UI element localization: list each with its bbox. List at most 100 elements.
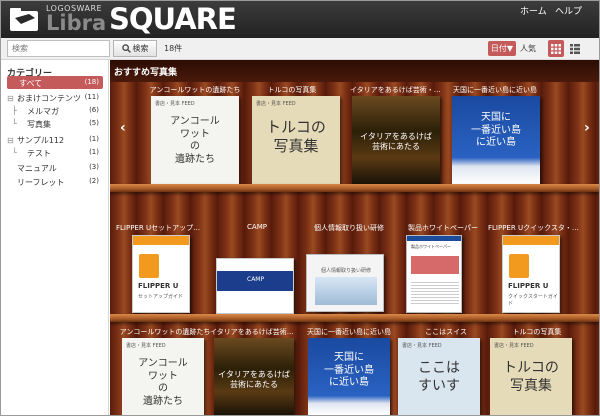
category-label: おまけコンテンツ (17, 94, 81, 103)
book-cover-turkey[interactable]: 書店・見本 FEED トルコの 写真集 (490, 338, 572, 415)
book-title: トルコの写真集 (512, 328, 562, 336)
cover-band (133, 236, 189, 245)
book-title: 天国に一番近い島に近い島 (453, 86, 537, 94)
cover-title: イタリアをあるけば 芸術にあたる (218, 370, 290, 389)
book-title: イタリアをあるけば芸術・・・ (210, 328, 296, 336)
book-title: 製品ホワイトペーパー (408, 224, 478, 232)
cover-header: 書店・見本 FEED (126, 343, 166, 349)
cover-band (407, 236, 461, 241)
search-button[interactable]: 検索 (113, 40, 157, 57)
book-cover-privacy[interactable]: 個人情報取り扱い研修 (306, 254, 384, 312)
shelf-2 (110, 314, 599, 322)
list-view-button[interactable] (567, 40, 583, 57)
flipper-logo-icon (139, 254, 159, 278)
cover-header: 書店・見本 FEED (494, 343, 534, 349)
cover-title: 製品ホワイトペーパー (411, 244, 451, 249)
book-title: イタリアをあるけば芸術・・・ (350, 86, 444, 94)
nav-home-link[interactable]: ホーム (520, 4, 547, 17)
search-input[interactable] (7, 40, 110, 57)
cover-text-lines (411, 280, 459, 304)
book-cover-flipper-quickstart[interactable]: FLIPPER U クイックスタートガイド (502, 235, 560, 313)
cover-brand: FLIPPER U (508, 282, 549, 290)
category-manual[interactable]: マニュアル (3) (7, 161, 103, 174)
book-title: FLIPPER Uクイックスタ・・・ (488, 224, 582, 232)
book-title: CAMP (247, 223, 267, 231)
folder-logo-icon (10, 8, 38, 31)
next-arrow-icon[interactable]: › (584, 120, 590, 136)
category-label: すべて (19, 79, 43, 88)
book-cover-swiss[interactable]: 書店・見本 FEED ここは すいす (398, 338, 480, 415)
cover-band (503, 236, 559, 245)
category-photobook[interactable]: 写真集 (5) (7, 117, 103, 130)
result-count: 18件 (164, 44, 183, 53)
cover-brand: FLIPPER U (138, 282, 179, 290)
book-title: FLIPPER Uセットアップ・・・ (116, 224, 202, 232)
book-cover-flipper-setup[interactable]: FLIPPER U セットアップガイド (132, 235, 190, 313)
shelf-top-band (110, 60, 599, 82)
book-cover-paradise[interactable]: 天国に 一番近い島 に近い島 (308, 338, 390, 415)
category-label: サンプル112 (17, 136, 65, 145)
category-count: (5) (89, 119, 99, 127)
category-count: (11) (84, 93, 99, 101)
book-title: 個人情報取り扱い研修 (314, 224, 384, 232)
search-bar: 検索 18件 日付▼ 人気 (1, 38, 599, 60)
bookshelf-area: おすすめ写真集 アンコールワットの遺跡たち トルコの写真集 イタリアをあるけば芸… (110, 60, 599, 415)
category-bonus-content[interactable]: おまけコンテンツ (11) (7, 91, 103, 104)
nav-help-link[interactable]: ヘルプ (555, 4, 582, 17)
search-icon (121, 44, 131, 53)
category-leaflet[interactable]: リーフレット (2) (7, 175, 103, 188)
list-icon (570, 43, 580, 54)
book-cover-angkor[interactable]: 書店・見本 FEED アンコール ワット の 遺跡たち (122, 338, 204, 415)
logo-libra: Libra (46, 11, 107, 35)
book-title: アンコールワットの遺跡たち (149, 86, 241, 94)
category-count: (1) (89, 135, 99, 143)
cover-title: トルコの 写真集 (266, 118, 326, 155)
book-cover-italy[interactable]: イタリアをあるけば 芸術にあたる (352, 96, 440, 184)
cover-title: 個人情報取り扱い研修 (321, 268, 372, 274)
category-count: (3) (89, 163, 99, 171)
category-test[interactable]: テスト (1) (7, 146, 103, 159)
category-label: テスト (27, 149, 51, 158)
category-sidebar: カテゴリー すべて (18) ⊟ おまけコンテンツ (11) ├ メルマガ (6… (1, 60, 109, 415)
book-cover-paradise[interactable]: 天国に 一番近い島 に近い島 (452, 96, 540, 184)
header-bar: LOGOSWARE Libra SQUARE ホーム ヘルプ (1, 1, 599, 38)
book-cover-italy[interactable]: イタリアをあるけば 芸術にあたる (214, 338, 294, 415)
grid-view-button[interactable] (548, 40, 564, 57)
sort-popular-link[interactable]: 人気 (520, 43, 536, 54)
category-mailmag[interactable]: メルマガ (6) (7, 104, 103, 117)
category-label: マニュアル (17, 164, 57, 173)
book-cover-turkey[interactable]: 書店・見本 FEED トルコの 写真集 (252, 96, 340, 184)
category-sample112[interactable]: サンプル112 (1) (7, 133, 103, 146)
cover-subtitle: セットアップガイド (138, 294, 184, 300)
book-cover-camp[interactable]: CAMP (216, 258, 294, 314)
logo-square: SQUARE (109, 2, 237, 36)
category-count: (1) (89, 148, 99, 156)
cover-title: イタリアをあるけば 芸術にあたる (360, 132, 432, 151)
category-count: (2) (89, 177, 99, 185)
book-title: ここはスイス (425, 328, 467, 336)
cover-chart (411, 256, 459, 274)
book-cover-angkor[interactable]: 書店・見本 FEED アンコール ワット の 遺跡たち (151, 96, 239, 184)
cover-title: 天国に 一番近い島 に近い島 (471, 112, 521, 148)
cover-header: 書店・見本 FEED (402, 343, 442, 349)
flipper-logo-icon (509, 254, 529, 278)
book-title: 天国に一番近い島に近い島 (307, 328, 391, 336)
search-button-label: 検索 (132, 44, 149, 53)
category-count: (18) (84, 78, 99, 86)
cover-title: アンコール ワット の 遺跡たち (170, 116, 220, 165)
sort-date-dropdown[interactable]: 日付▼ (488, 41, 516, 56)
prev-arrow-icon[interactable]: ‹ (120, 120, 126, 136)
category-label: メルマガ (27, 107, 59, 116)
book-title: トルコの写真集 (267, 86, 317, 94)
section-title: おすすめ写真集 (114, 68, 178, 78)
category-label: リーフレット (17, 178, 65, 187)
book-cover-whitepaper[interactable]: 製品ホワイトペーパー (406, 235, 462, 313)
cover-title: トルコの 写真集 (503, 360, 559, 394)
cover-image (315, 277, 377, 305)
category-all[interactable]: すべて (18) (7, 76, 103, 89)
cover-header: 書店・見本 FEED (155, 101, 195, 107)
cover-title: 天国に 一番近い島 に近い島 (324, 352, 374, 388)
shelf-1 (110, 184, 599, 192)
cover-subtitle: クイックスタートガイド (508, 294, 558, 307)
category-label: 写真集 (27, 120, 51, 129)
